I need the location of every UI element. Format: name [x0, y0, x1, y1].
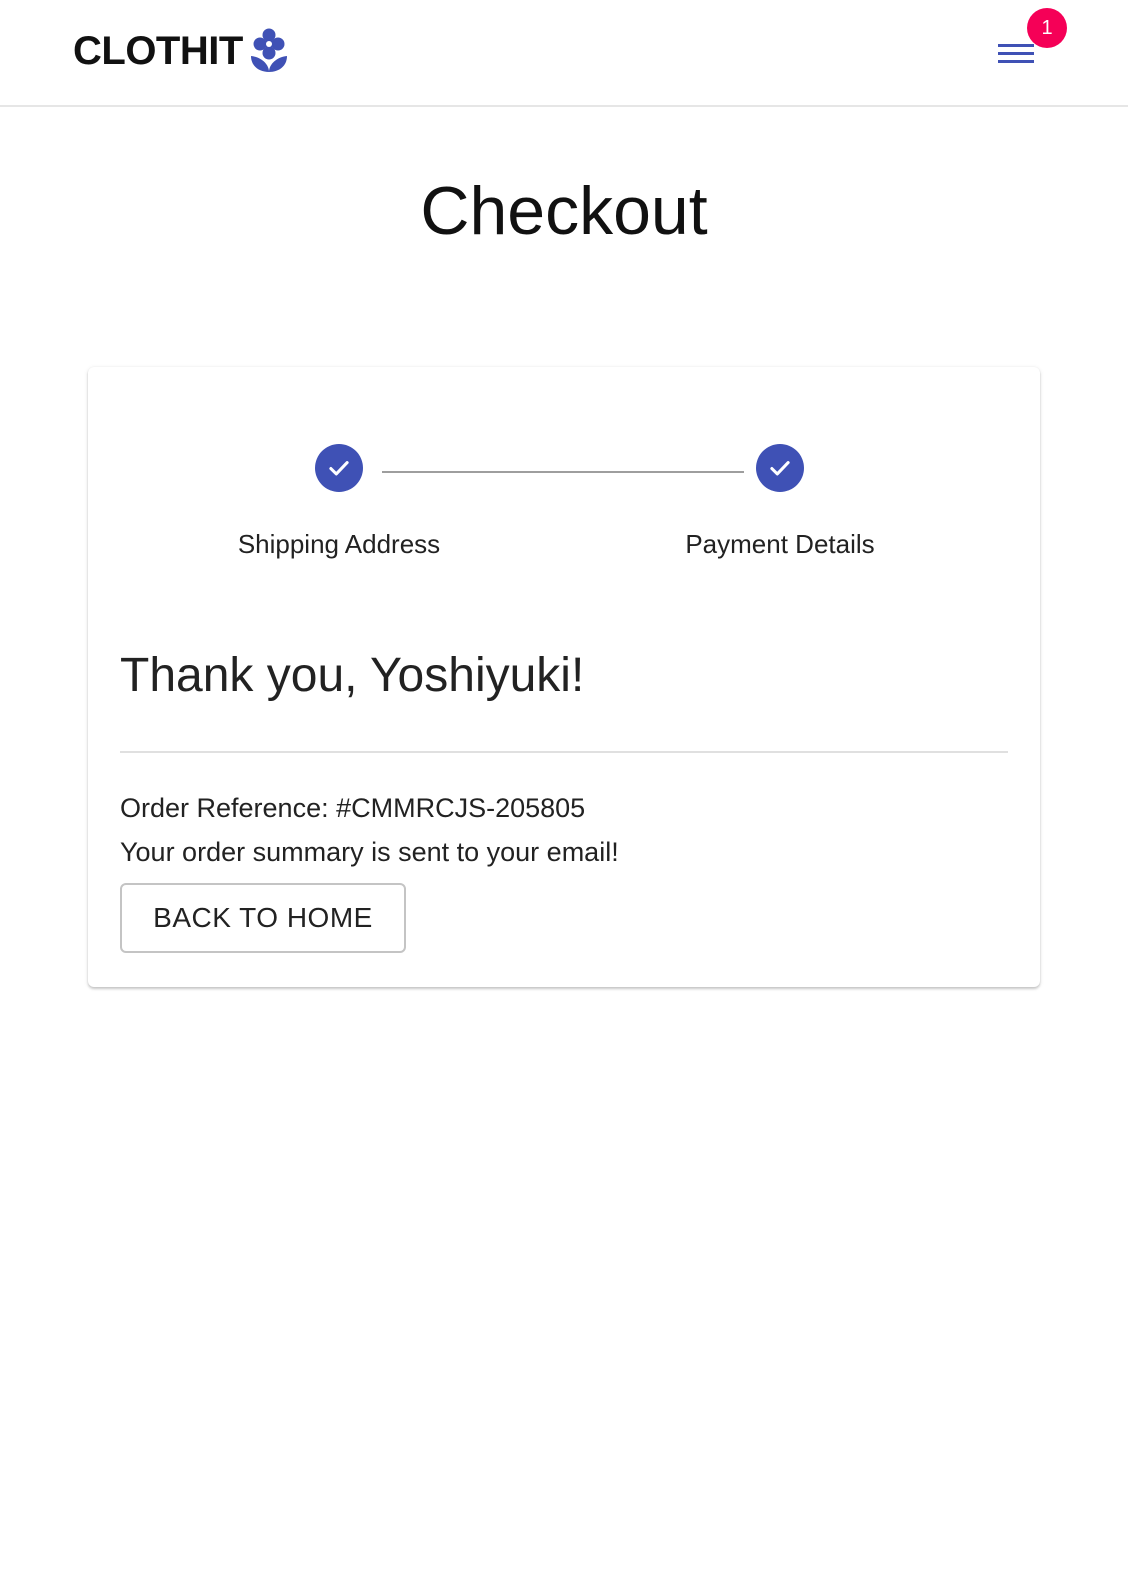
step-label: Payment Details: [685, 529, 875, 559]
page-title: Checkout: [420, 173, 708, 249]
step-label: Shipping Address: [237, 529, 441, 559]
top-app-bar: CLOTHIT 1: [0, 0, 1128, 107]
step-completed-indicator: [756, 444, 804, 492]
checkout-card: Shipping Address Payment Details Thank y…: [88, 367, 1040, 987]
check-icon: [770, 461, 790, 476]
flower-icon: [250, 28, 287, 72]
divider: [120, 751, 1008, 753]
step-completed-indicator: [315, 444, 363, 492]
order-summary-message: Your order summary is sent to your email…: [120, 837, 619, 867]
step-connector: [382, 471, 744, 473]
cart-count-badge: 1: [1027, 8, 1067, 48]
brand-logo[interactable]: CLOTHIT: [73, 26, 289, 76]
back-to-home-button[interactable]: BACK TO HOME: [120, 883, 406, 953]
check-icon: [329, 461, 349, 476]
thank-you-heading: Thank you, Yoshiyuki!: [120, 649, 585, 702]
order-reference: Order Reference: #CMMRCJS-205805: [120, 793, 586, 823]
brand-name: CLOTHIT: [73, 29, 243, 73]
